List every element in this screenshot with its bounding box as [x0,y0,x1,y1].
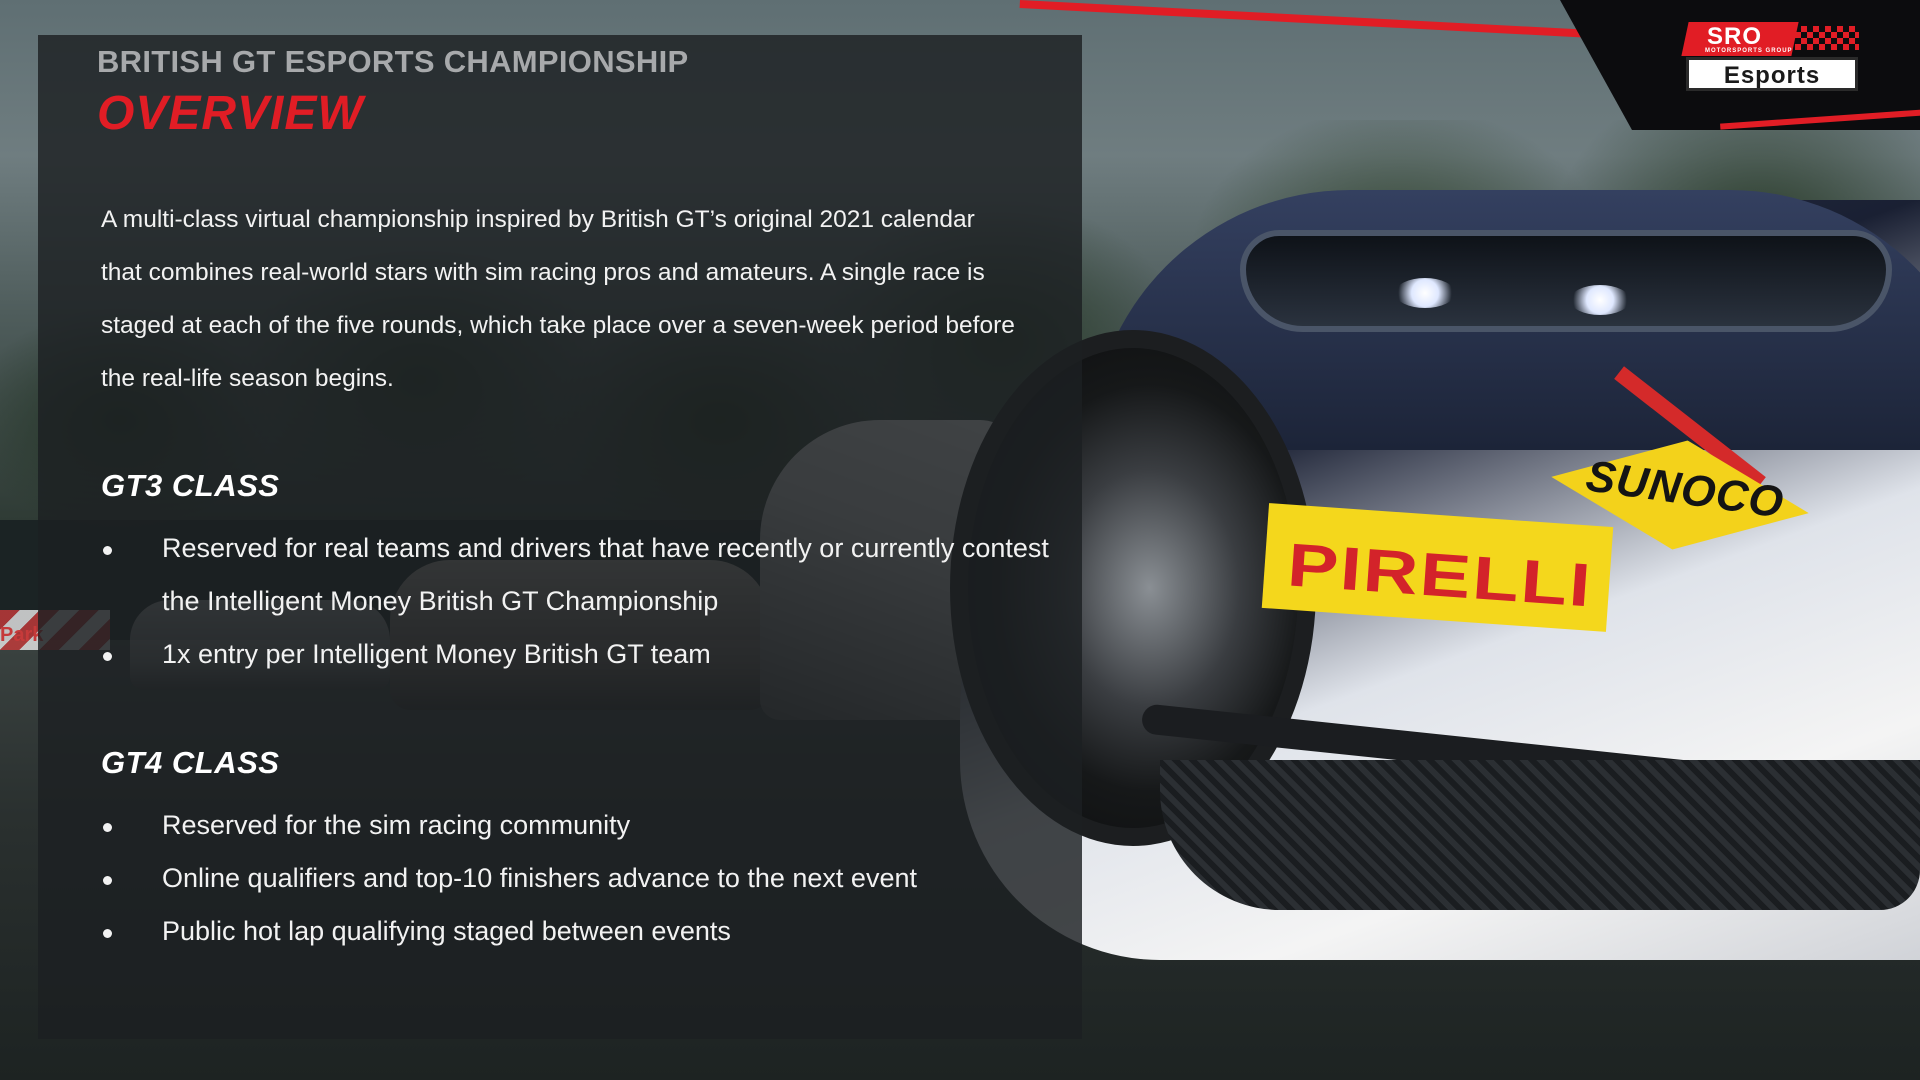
list-item-text: 1x entry per Intelligent Money British G… [162,639,711,669]
sro-logo-text: SRO [1707,23,1763,50]
intro-paragraph: A multi-class virtual championship inspi… [101,206,1015,392]
bullet-icon [103,823,112,832]
esports-badge-text: Esports [1723,62,1821,89]
gt3-bullet-list: Reserved for real teams and drivers that… [101,522,1061,681]
list-item: Reserved for real teams and drivers that… [101,522,1061,628]
gt4-heading: GT4 CLASS [101,745,280,780]
front-grille [1160,760,1920,910]
bullet-icon [103,652,112,661]
bullet-icon [103,546,112,555]
list-item: Online qualifiers and top-10 finishers a… [101,852,1061,905]
sro-esports-logo: SRO MOTORSPORTS GROUP Esports [1681,22,1861,92]
headlight [1240,230,1892,332]
headlight-lamp [1570,285,1630,315]
headlight-lamp [1395,278,1455,308]
list-item-text: Reserved for real teams and drivers that… [162,533,1049,616]
checkered-flag-icon [1795,26,1859,50]
page-eyebrow: BRITISH GT ESPORTS CHAMPIONSHIP [97,44,689,79]
gt3-heading: GT3 CLASS [101,468,280,503]
list-item: 1x entry per Intelligent Money British G… [101,628,1061,681]
page-title: OVERVIEW [97,87,364,140]
kerb-sign-text: Park [0,624,44,646]
sro-logo-subtext: MOTORSPORTS GROUP [1705,48,1793,54]
bullet-icon [103,876,112,885]
list-item-text: Public hot lap qualifying staged between… [162,916,731,946]
bullet-icon [103,929,112,938]
list-item-text: Online qualifiers and top-10 finishers a… [162,863,917,893]
list-item: Reserved for the sim racing community [101,799,1061,852]
list-item-text: Reserved for the sim racing community [162,810,631,840]
list-item: Public hot lap qualifying staged between… [101,905,1061,958]
esports-badge: Esports [1686,57,1858,91]
gt4-bullet-list: Reserved for the sim racing community On… [101,799,1061,958]
